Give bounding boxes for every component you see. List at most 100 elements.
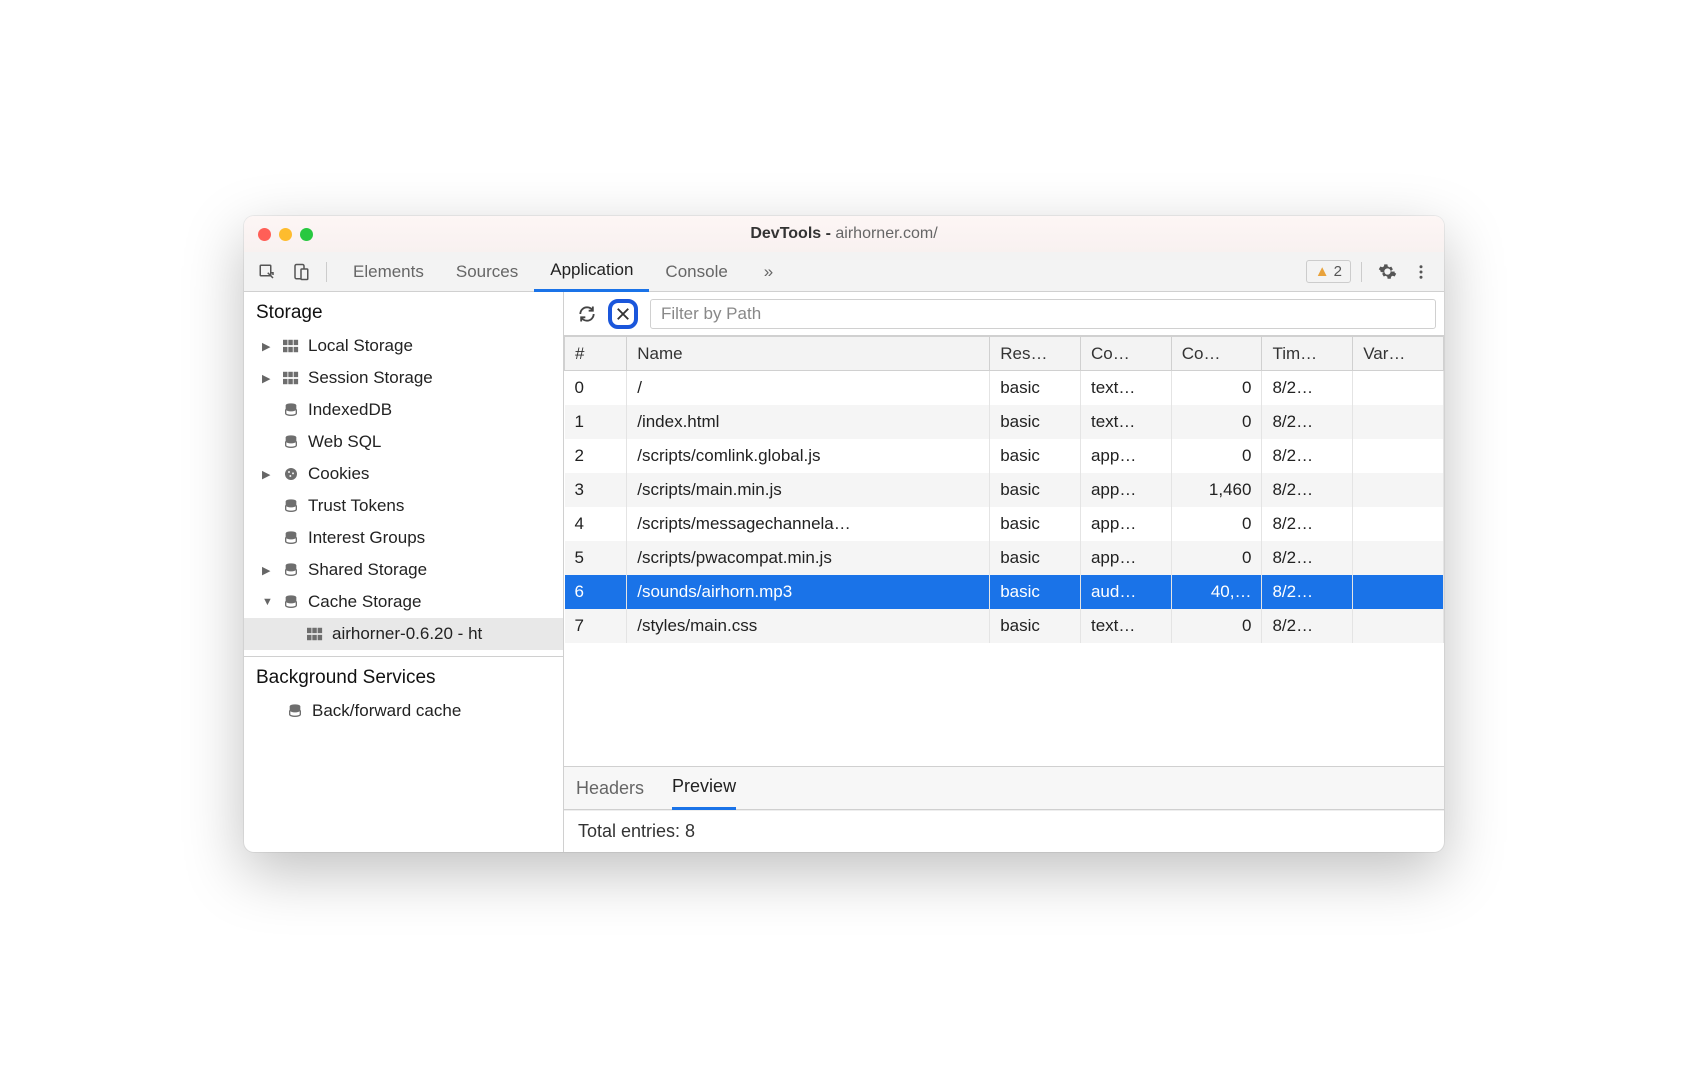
sidebar-item-label: Interest Groups: [308, 528, 425, 548]
filter-input[interactable]: [650, 299, 1436, 329]
sidebar-heading-storage: Storage: [244, 292, 563, 330]
table-cell: 8/2…: [1262, 439, 1353, 473]
table-cell: [1353, 371, 1444, 405]
sidebar-item-shared-storage[interactable]: ▶ Shared Storage: [244, 554, 563, 586]
sidebar-item-indexeddb[interactable]: IndexedDB: [244, 394, 563, 426]
clear-button[interactable]: [608, 299, 638, 329]
table-row[interactable]: 0/basictext…08/2…: [565, 371, 1444, 405]
table-row[interactable]: 2/scripts/comlink.global.jsbasicapp…08/2…: [565, 439, 1444, 473]
table-cell: 8/2…: [1262, 473, 1353, 507]
table-cell: 8/2…: [1262, 371, 1353, 405]
db-icon: [282, 434, 300, 450]
table-row[interactable]: 4/scripts/messagechannela…basicapp…08/2…: [565, 507, 1444, 541]
sidebar-item-cache-entry[interactable]: airhorner-0.6.20 - ht: [244, 618, 563, 650]
column-header[interactable]: Res…: [990, 337, 1081, 371]
detail-tab-preview[interactable]: Preview: [672, 766, 736, 810]
sidebar-item-label: airhorner-0.6.20 - ht: [332, 624, 482, 644]
warning-icon: ▲: [1315, 263, 1330, 280]
detail-tab-headers[interactable]: Headers: [576, 766, 644, 810]
table-cell: 8/2…: [1262, 609, 1353, 643]
grid-icon: [306, 627, 324, 641]
table-row[interactable]: 5/scripts/pwacompat.min.jsbasicapp…08/2…: [565, 541, 1444, 575]
grid-icon: [282, 371, 300, 385]
table-row[interactable]: 6/sounds/airhorn.mp3basicaud…40,…8/2…: [565, 575, 1444, 609]
disclosure-triangle-icon: ▶: [262, 372, 274, 385]
cookie-icon: [282, 466, 300, 482]
table-cell: /scripts/comlink.global.js: [627, 439, 990, 473]
sidebar-item-web-sql[interactable]: Web SQL: [244, 426, 563, 458]
table-cell: 1,460: [1171, 473, 1262, 507]
cache-toolbar: [564, 292, 1444, 336]
tab-console[interactable]: Console: [649, 252, 743, 292]
tab-application[interactable]: Application: [534, 252, 649, 292]
refresh-button[interactable]: [572, 299, 602, 329]
table-cell: basic: [990, 405, 1081, 439]
table-cell: 0: [1171, 541, 1262, 575]
title-prefix: DevTools -: [750, 225, 835, 242]
status-bar: Total entries: 8: [564, 810, 1444, 852]
warnings-badge[interactable]: ▲ 2: [1306, 260, 1351, 283]
sidebar-item-label: Web SQL: [308, 432, 381, 452]
table-row[interactable]: 1/index.htmlbasictext…08/2…: [565, 405, 1444, 439]
device-toggle-icon[interactable]: [286, 257, 316, 287]
disclosure-triangle-icon: ▶: [262, 564, 274, 577]
sidebar-item-cookies[interactable]: ▶Cookies: [244, 458, 563, 490]
tab-sources[interactable]: Sources: [440, 252, 534, 292]
table-cell: 8/2…: [1262, 507, 1353, 541]
table-cell: 8/2…: [1262, 541, 1353, 575]
sidebar-item-cache-storage[interactable]: ▼Cache Storage: [244, 586, 563, 618]
table-cell: [1353, 439, 1444, 473]
table-cell: /index.html: [627, 405, 990, 439]
table-cell: [1353, 507, 1444, 541]
title-url: airhorner.com/: [835, 225, 937, 242]
tab-elements[interactable]: Elements: [337, 252, 440, 292]
table-cell: 6: [565, 575, 627, 609]
table-cell: basic: [990, 473, 1081, 507]
sidebar-item-local-storage[interactable]: ▶Local Storage: [244, 330, 563, 362]
column-header[interactable]: #: [565, 337, 627, 371]
column-header[interactable]: Tim…: [1262, 337, 1353, 371]
table-cell: /styles/main.css: [627, 609, 990, 643]
table-cell: /scripts/messagechannela…: [627, 507, 990, 541]
table-row[interactable]: 3/scripts/main.min.jsbasicapp…1,4608/2…: [565, 473, 1444, 507]
table-cell: app…: [1080, 541, 1171, 575]
separator: [1361, 262, 1362, 282]
table-cell: 2: [565, 439, 627, 473]
table-cell: aud…: [1080, 575, 1171, 609]
db-icon: [282, 530, 300, 546]
db-icon: [282, 562, 300, 578]
inspect-element-icon[interactable]: [252, 257, 282, 287]
panel-tabbar: ElementsSourcesApplicationConsole » ▲ 2: [244, 252, 1444, 292]
table-cell: 4: [565, 507, 627, 541]
sidebar-item-back-forward-cache[interactable]: Back/forward cache: [244, 695, 563, 727]
sidebar-item-label: Shared Storage: [308, 560, 427, 580]
sidebar-item-label: IndexedDB: [308, 400, 392, 420]
table-cell: [1353, 575, 1444, 609]
sidebar-item-trust-tokens[interactable]: Trust Tokens: [244, 490, 563, 522]
table-cell: 8/2…: [1262, 575, 1353, 609]
sidebar: Storage ▶Local Storage▶Session Storage In…: [244, 292, 564, 852]
sidebar-item-session-storage[interactable]: ▶Session Storage: [244, 362, 563, 394]
sidebar-item-interest-groups[interactable]: Interest Groups: [244, 522, 563, 554]
main-panel: #NameRes…Co…Co…Tim…Var… 0/basictext…08/2…: [564, 292, 1444, 852]
table-row[interactable]: 7/styles/main.cssbasictext…08/2…: [565, 609, 1444, 643]
table-cell: 0: [1171, 439, 1262, 473]
disclosure-triangle-icon: ▶: [262, 340, 274, 353]
table-cell: basic: [990, 507, 1081, 541]
disclosure-triangle-icon: ▶: [262, 468, 274, 481]
more-tabs-button[interactable]: »: [748, 252, 789, 292]
sidebar-item-label: Trust Tokens: [308, 496, 404, 516]
table-cell: app…: [1080, 473, 1171, 507]
table-cell: 7: [565, 609, 627, 643]
kebab-menu-icon[interactable]: [1406, 257, 1436, 287]
column-header[interactable]: Name: [627, 337, 990, 371]
column-header[interactable]: Co…: [1171, 337, 1262, 371]
table-cell: basic: [990, 609, 1081, 643]
column-header[interactable]: Co…: [1080, 337, 1171, 371]
settings-gear-icon[interactable]: [1372, 257, 1402, 287]
table-cell: text…: [1080, 609, 1171, 643]
table-cell: 5: [565, 541, 627, 575]
column-header[interactable]: Var…: [1353, 337, 1444, 371]
table-cell: 0: [565, 371, 627, 405]
table-cell: app…: [1080, 439, 1171, 473]
